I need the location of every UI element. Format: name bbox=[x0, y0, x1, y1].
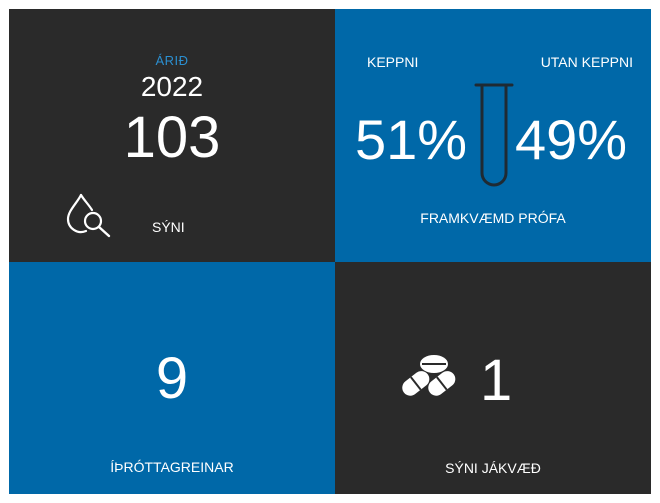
year-value: 2022 bbox=[140, 71, 204, 102]
sports-label: ÍÞRÓTTAGREINAR bbox=[110, 459, 234, 475]
out-of-competition-label: UTAN KEPPNI bbox=[540, 54, 633, 70]
samples-label: SÝNI bbox=[152, 219, 185, 235]
samples-count: 103 bbox=[123, 105, 221, 170]
tests-tile: KEPPNI UTAN KEPPNI 51% 49% FRAMKVÆMD PRÓ… bbox=[335, 9, 651, 262]
sports-tile: 9 ÍÞRÓTTAGREINAR bbox=[9, 262, 335, 494]
positive-samples-label: SÝNI JÁKVÆÐ bbox=[445, 460, 541, 476]
test-tube-icon bbox=[474, 83, 514, 187]
positive-count: 1 bbox=[480, 348, 513, 413]
tests-performed-label: FRAMKVÆMD PRÓFA bbox=[420, 210, 566, 226]
drop-magnifier-icon bbox=[66, 193, 111, 238]
stats-dashboard: ÁRIÐ 2022 103 SÝNI KEPPNI UTAN KEPPNI 51… bbox=[0, 0, 660, 503]
competition-label: KEPPNI bbox=[367, 54, 419, 70]
sports-count: 9 bbox=[155, 346, 189, 411]
out-of-competition-percent: 49% bbox=[515, 108, 628, 171]
positive-samples-tile: 1 SÝNI JÁKVÆÐ bbox=[335, 262, 651, 494]
pills-icon bbox=[402, 355, 456, 396]
year-label: ÁRIÐ bbox=[155, 53, 189, 68]
samples-tile: ÁRIÐ 2022 103 SÝNI bbox=[9, 9, 335, 262]
competition-percent: 51% bbox=[355, 108, 468, 171]
